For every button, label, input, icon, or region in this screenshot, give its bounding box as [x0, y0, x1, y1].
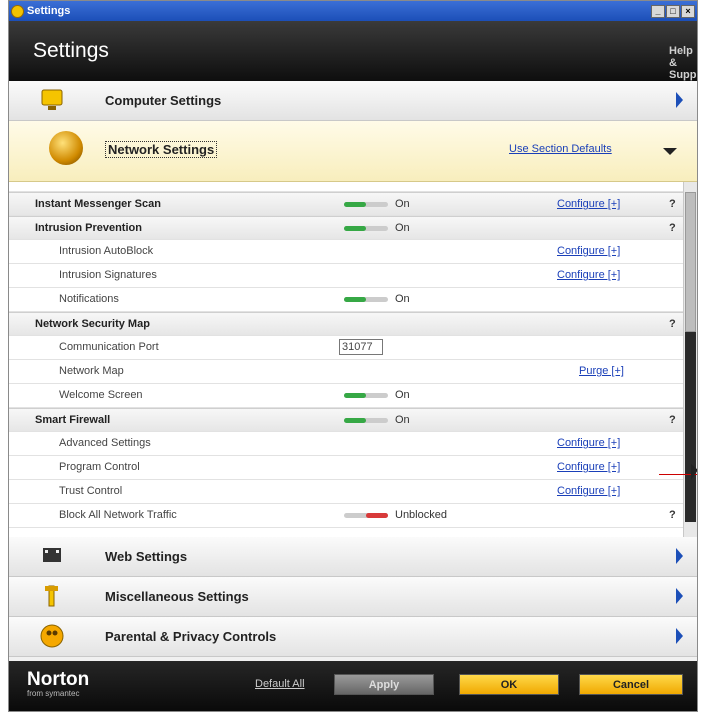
help-icon[interactable]: ? [669, 318, 676, 330]
default-all-link[interactable]: Default All [255, 678, 305, 690]
category-computer-settings[interactable]: Computer Settings [9, 81, 697, 121]
category-network-settings[interactable]: Network Settings Use Section Defaults [9, 121, 697, 182]
norton-app-icon [11, 4, 24, 18]
toggle-switch[interactable] [344, 418, 388, 423]
scrollbar-track-shadow [685, 332, 696, 522]
configure-link[interactable]: Configure [+] [557, 461, 620, 473]
status-text: On [395, 414, 410, 426]
setting-row-intrusion-autoblock: Intrusion AutoBlock Configure [+] [9, 240, 683, 264]
setting-name: Intrusion AutoBlock [59, 245, 154, 257]
setting-name: Communication Port [59, 341, 159, 353]
help-icon[interactable]: ? [669, 414, 676, 426]
status-text: On [395, 293, 410, 305]
configure-link[interactable]: Configure [+] [557, 198, 620, 210]
close-button[interactable]: × [681, 4, 695, 18]
norton-logo: Norton from symantec [27, 669, 89, 698]
setting-row-notifications: Notifications On [9, 288, 683, 312]
film-icon [43, 548, 61, 562]
cancel-button[interactable]: Cancel [579, 674, 683, 695]
setting-row-smart-firewall: Smart Firewall On ? [9, 408, 683, 432]
toggle-switch[interactable] [344, 297, 388, 302]
toggle-switch[interactable] [344, 226, 388, 231]
communication-port-input[interactable]: 31077 [339, 339, 383, 355]
setting-row-welcome-screen: Welcome Screen On [9, 384, 683, 408]
network-settings-list: On Instant Messenger Scan On Configure [… [9, 182, 697, 537]
setting-row-network-security-map: Network Security Map ? [9, 312, 683, 336]
monitor-icon [41, 89, 63, 110]
category-label: Miscellaneous Settings [105, 589, 249, 604]
category-parental-privacy[interactable]: Parental & Privacy Controls [9, 617, 697, 657]
configure-link[interactable]: Configure [+] [557, 485, 620, 497]
page-title: Settings [33, 39, 109, 62]
setting-name: Instant Messenger Scan [35, 198, 161, 210]
mouse-cursor-icon [691, 464, 697, 480]
toggle-switch[interactable] [344, 513, 388, 518]
setting-name: Trust Control [59, 485, 123, 497]
setting-name: Network Security Map [35, 318, 150, 330]
setting-name: Advanced Settings [59, 437, 151, 449]
status-text: Unblocked [395, 509, 447, 521]
setting-name: Notifications [59, 293, 119, 305]
setting-name: Smart Firewall [35, 414, 111, 426]
status-text: On [395, 182, 410, 185]
window-title: Settings [27, 5, 71, 17]
scrollbar-thumb[interactable] [685, 192, 696, 332]
configure-link[interactable]: Configure [+] [557, 437, 620, 449]
logo-text: Norton [27, 669, 90, 690]
status-text: On [395, 198, 410, 210]
partial-row: On [9, 182, 683, 192]
expand-arrow-icon [676, 588, 683, 604]
status-text: On [395, 222, 410, 234]
title-bar: Settings _ □ × [9, 1, 697, 21]
category-label: Web Settings [105, 549, 188, 564]
setting-row-intrusion-prevention: Intrusion Prevention On ? [9, 216, 683, 240]
vertical-scrollbar[interactable] [683, 182, 697, 537]
category-label: Parental & Privacy Controls [105, 629, 277, 644]
setting-row-intrusion-signatures: Intrusion Signatures Configure [+] [9, 264, 683, 288]
settings-window: Settings _ □ × Settings Help & Support ▸… [8, 0, 698, 712]
setting-name: Intrusion Prevention [35, 222, 142, 234]
category-miscellaneous-settings[interactable]: Miscellaneous Settings [9, 577, 697, 617]
help-icon[interactable]: ? [669, 509, 676, 521]
use-section-defaults-link[interactable]: Use Section Defaults [509, 143, 612, 155]
setting-name: Program Control [59, 461, 140, 473]
setting-name: Network Map [59, 365, 124, 377]
settings-header: Settings Help & Support ▸ [9, 21, 697, 94]
configure-link[interactable]: Configure [+] [557, 245, 620, 257]
setting-row-instant-messenger: Instant Messenger Scan On Configure [+] … [9, 192, 683, 216]
status-text: On [395, 389, 410, 401]
expand-arrow-icon [676, 548, 683, 564]
setting-row-trust-control: Trust Control Configure [+] [9, 480, 683, 504]
help-icon[interactable]: ? [669, 198, 676, 210]
setting-row-communication-port: Communication Port 31077 [9, 336, 683, 360]
globe-icon [49, 131, 83, 165]
setting-name: Welcome Screen [59, 389, 143, 401]
expand-arrow-icon [676, 628, 683, 644]
expand-arrow-icon [676, 92, 683, 108]
setting-name: Block All Network Traffic [59, 509, 177, 521]
maximize-button[interactable]: □ [666, 4, 680, 18]
collapse-arrow-icon[interactable] [663, 148, 677, 155]
setting-name: Intrusion Signatures [59, 269, 157, 281]
setting-row-advanced-settings: Advanced Settings Configure [+] [9, 432, 683, 456]
purge-link[interactable]: Purge [+] [579, 365, 624, 377]
setting-row-program-control: Program Control Configure [+] [9, 456, 683, 480]
toggle-switch[interactable] [344, 202, 388, 207]
tools-icon [45, 585, 58, 607]
category-web-settings[interactable]: Web Settings [9, 537, 697, 577]
configure-link[interactable]: Configure [+] [557, 269, 620, 281]
minimize-button[interactable]: _ [651, 4, 665, 18]
footer-bar: Norton from symantec Default All Apply O… [9, 661, 697, 711]
category-label: Computer Settings [105, 93, 222, 108]
category-label: Network Settings [105, 141, 218, 158]
setting-row-network-map: Network Map Purge [+] [9, 360, 683, 384]
family-icon [40, 624, 64, 648]
window-controls: _ □ × [651, 4, 695, 18]
logo-subtext: from symantec [27, 689, 80, 698]
toggle-switch[interactable] [344, 393, 388, 398]
help-icon[interactable]: ? [669, 222, 676, 234]
ok-button[interactable]: OK [459, 674, 559, 695]
apply-button[interactable]: Apply [334, 674, 434, 695]
setting-row-block-all-traffic: Block All Network Traffic Unblocked ? [9, 504, 683, 528]
